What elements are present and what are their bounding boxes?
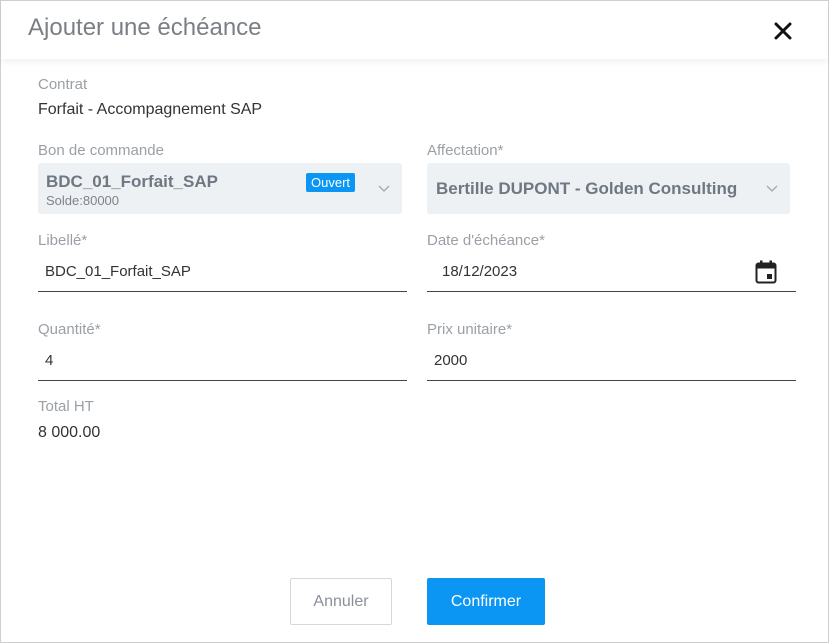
add-due-date-dialog: Ajouter une échéance Contrat Forfait - A…	[0, 0, 829, 643]
total-label: Total HT	[38, 398, 94, 415]
dialog-header: Ajouter une échéance	[1, 1, 828, 59]
assignment-label: Affectation*	[427, 142, 504, 159]
total-value: 8 000.00	[38, 424, 101, 441]
due-date-value: 18/12/2023	[442, 263, 518, 280]
quantity-value: 4	[45, 352, 54, 369]
purchase-order-label: Bon de commande	[38, 142, 164, 159]
unit-price-label: Prix unitaire*	[427, 321, 513, 338]
due-date-input[interactable]: 18/12/2023	[427, 251, 796, 292]
wording-label: Libellé*	[38, 232, 88, 249]
purchase-order-value: BDC_01_Forfait_SAP	[46, 172, 218, 191]
unit-price-value: 2000	[434, 352, 468, 369]
confirm-button[interactable]: Confirmer	[427, 578, 545, 625]
wording-input[interactable]: BDC_01_Forfait_SAP	[38, 251, 407, 292]
chevron-down-icon	[378, 185, 390, 192]
unit-price-input[interactable]: 2000	[427, 340, 796, 381]
due-date-label: Date d'échéance*	[427, 232, 545, 249]
chevron-down-icon	[766, 185, 778, 192]
assignment-select[interactable]: Bertille DUPONT - Golden Consulting	[427, 163, 790, 214]
dialog-title: Ajouter une échéance	[28, 14, 262, 41]
status-badge: Ouvert	[306, 173, 356, 192]
wording-input-value: BDC_01_Forfait_SAP	[45, 263, 191, 280]
assignment-value: Bertille DUPONT - Golden Consulting	[436, 179, 738, 198]
calendar-icon[interactable]	[755, 260, 777, 284]
purchase-order-balance: Solde:80000	[46, 193, 120, 208]
quantity-label: Quantité*	[38, 321, 101, 338]
quantity-input[interactable]: 4	[38, 340, 407, 381]
contract-label: Contrat	[38, 76, 88, 93]
contract-value: Forfait - Accompagnement SAP	[38, 101, 263, 118]
close-button[interactable]	[771, 19, 795, 43]
close-icon	[774, 22, 792, 40]
purchase-order-select[interactable]: BDC_01_Forfait_SAP Solde:80000 Ouvert	[38, 163, 402, 214]
cancel-button[interactable]: Annuler	[290, 578, 392, 625]
